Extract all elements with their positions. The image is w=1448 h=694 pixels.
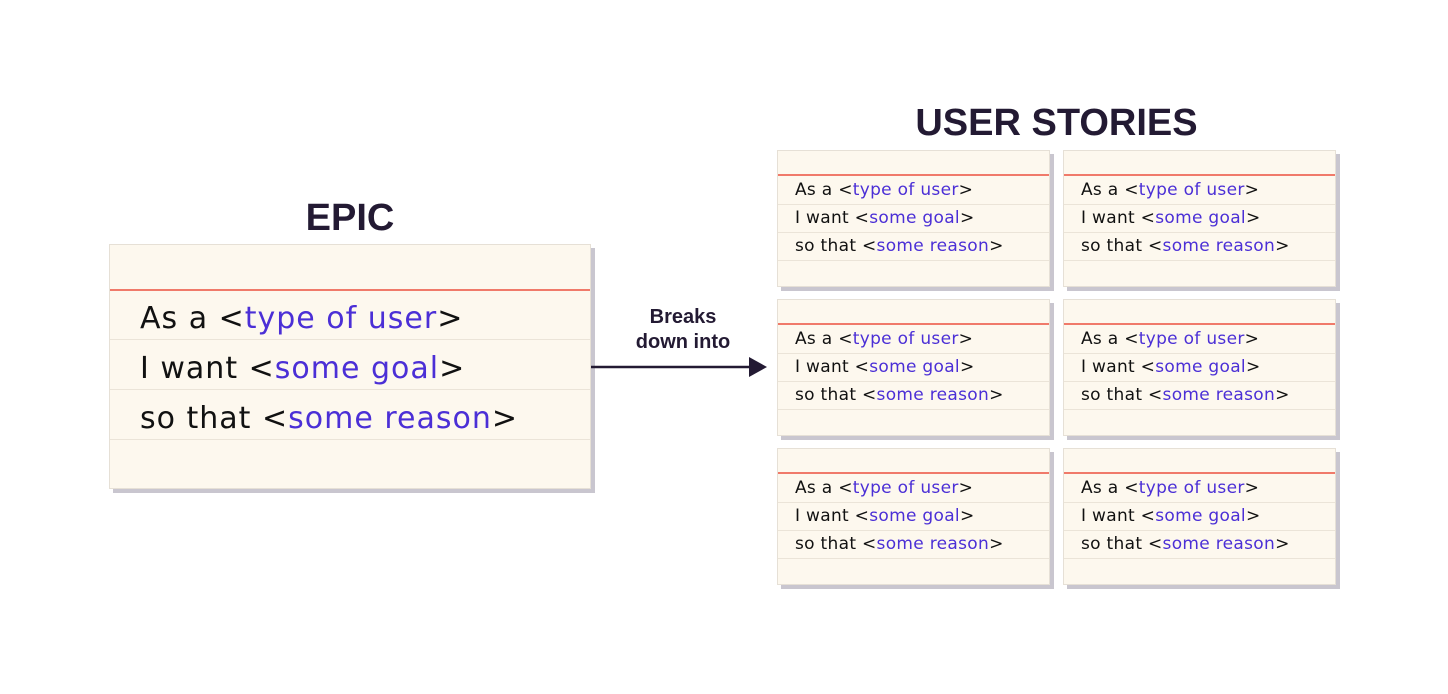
ruled-line [1064, 381, 1335, 382]
story-line-role: As a <type of user> [1081, 180, 1260, 200]
ruled-line [778, 260, 1049, 261]
ruled-line [778, 409, 1049, 410]
story-line-goal: I want <some goal> [795, 506, 975, 526]
ruled-line [1064, 232, 1335, 233]
margin-line [1064, 472, 1335, 474]
margin-line [778, 472, 1049, 474]
ruled-line [110, 389, 590, 390]
story-line-role: As a <type of user> [1081, 478, 1260, 498]
ruled-line [778, 502, 1049, 503]
story-line-reason: so that <some reason> [1081, 534, 1290, 554]
story-line-reason: so that <some reason> [795, 236, 1004, 256]
margin-line [1064, 323, 1335, 325]
user-story-card: As a <type of user> I want <some goal> so … [777, 448, 1050, 585]
user-stories-title: USER STORIES [915, 102, 1198, 144]
ruled-line [778, 530, 1049, 531]
story-line-role: As a <type of user> [140, 301, 464, 336]
ruled-line [1064, 204, 1335, 205]
margin-line [1064, 174, 1335, 176]
ruled-line [1064, 353, 1335, 354]
ruled-line [1064, 260, 1335, 261]
ruled-line [110, 439, 590, 440]
margin-line [110, 289, 590, 291]
ruled-line [778, 353, 1049, 354]
ruled-line [1064, 558, 1335, 559]
margin-line [778, 323, 1049, 325]
story-line-reason: so that <some reason> [1081, 385, 1290, 405]
story-line-goal: I want <some goal> [1081, 357, 1261, 377]
ruled-line [1064, 409, 1335, 410]
story-line-role: As a <type of user> [795, 180, 974, 200]
user-story-card: As a <type of user> I want <some goal> so … [777, 299, 1050, 436]
story-line-goal: I want <some goal> [140, 351, 466, 386]
ruled-line [778, 232, 1049, 233]
arrow-right-icon [591, 357, 767, 377]
ruled-line [778, 381, 1049, 382]
ruled-line [110, 339, 590, 340]
epic-card: As a <type of user> I want <some goal> s… [109, 244, 591, 489]
connector-label-line: down into [635, 331, 731, 353]
user-story-card: As a <type of user> I want <some goal> so … [1063, 150, 1336, 287]
user-story-card: As a <type of user> I want <some goal> so … [1063, 299, 1336, 436]
story-line-goal: I want <some goal> [795, 357, 975, 377]
story-line-role: As a <type of user> [1081, 329, 1260, 349]
story-line-reason: so that <some reason> [795, 534, 1004, 554]
story-line-reason: so that <some reason> [795, 385, 1004, 405]
story-line-reason: so that <some reason> [1081, 236, 1290, 256]
margin-line [778, 174, 1049, 176]
story-line-role: As a <type of user> [795, 478, 974, 498]
user-story-card: As a <type of user> I want <some goal> so … [777, 150, 1050, 287]
ruled-line [778, 558, 1049, 559]
story-line-reason: so that <some reason> [140, 401, 518, 436]
story-line-role: As a <type of user> [795, 329, 974, 349]
ruled-line [778, 204, 1049, 205]
story-line-goal: I want <some goal> [795, 208, 975, 228]
connector-label-line: Breaks [649, 306, 717, 328]
ruled-line [1064, 530, 1335, 531]
epic-title: EPIC [305, 197, 395, 239]
story-line-goal: I want <some goal> [1081, 506, 1261, 526]
connector-label: Breaks down into [610, 305, 756, 355]
story-line-goal: I want <some goal> [1081, 208, 1261, 228]
user-story-card: As a <type of user> I want <some goal> so … [1063, 448, 1336, 585]
ruled-line [1064, 502, 1335, 503]
